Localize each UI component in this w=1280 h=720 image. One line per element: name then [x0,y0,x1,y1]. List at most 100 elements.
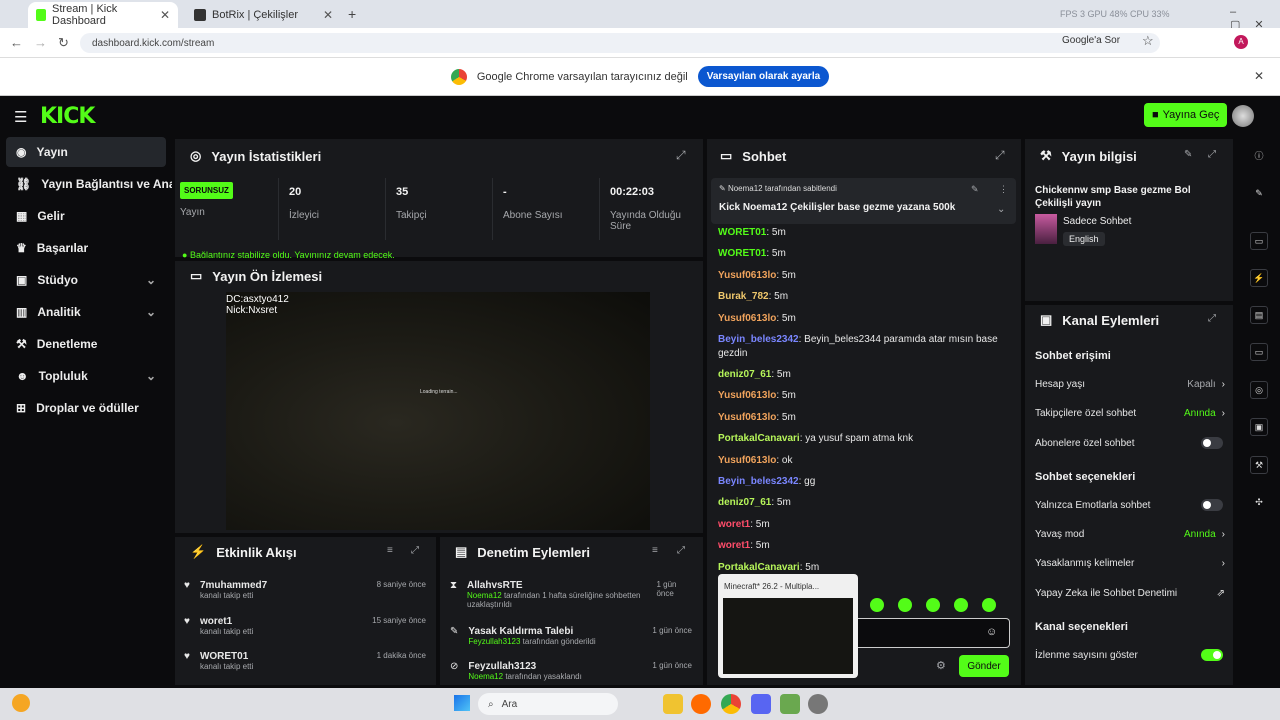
chat-username[interactable]: woret1 [718,540,750,551]
close-tab-icon[interactable]: ✕ [323,8,333,22]
tab-botrix[interactable]: BotRix | Çekilişler ✕ [186,2,341,28]
chat-username[interactable]: PortakalCanavari [718,433,800,444]
sidebar-item-gelir[interactable]: ▦ Gelir [6,201,166,231]
taskbar-preview-thumbnail[interactable]: Minecraft* 26.2 - Multipla... [718,574,858,678]
activity-time: 8 saniye önce [376,580,426,589]
sidebar-item-topluluk[interactable]: ☻ Topluluk ⌄ [6,361,166,391]
followers-only-row[interactable]: Takipçilere özel sohbet Anında › [1035,403,1225,423]
weather-icon[interactable] [12,694,30,712]
expand-icon[interactable]: ⤢ [676,148,686,163]
menu-icon[interactable]: ☰ [14,108,27,126]
sidebar-item-analitik[interactable]: ▥ Analitik ⌄ [6,297,166,327]
filter-icon[interactable]: ≡ [387,545,393,556]
edit-icon[interactable]: ✎ [1184,149,1192,160]
taskbar-search[interactable]: ⌕ Ara [478,693,618,715]
account-age-row[interactable]: Hesap yaşı Kapalı › [1035,374,1225,394]
new-tab-icon[interactable]: + [348,6,356,22]
tab-kick-dashboard[interactable]: Stream | Kick Dashboard ✕ [28,2,178,28]
emote-icon[interactable] [982,598,996,612]
more-options-icon[interactable]: ⋮ [999,184,1008,195]
chat-input[interactable]: ☺ [858,618,1010,648]
profile-avatar[interactable]: A [1234,35,1248,49]
emote-icon[interactable] [926,598,940,612]
chat-text: : 5m [766,227,786,238]
info-icon[interactable]: ⓘ [1250,146,1268,164]
send-button[interactable]: Gönder [959,655,1009,677]
go-live-button[interactable]: ■ Yayına Geç [1144,103,1228,127]
forward-icon[interactable]: → [34,35,47,50]
emotes-only-toggle[interactable] [1201,499,1223,511]
file-explorer-icon[interactable] [663,694,683,714]
show-viewers-toggle[interactable] [1201,649,1223,661]
back-icon[interactable]: ← [10,35,23,50]
windows-start-icon[interactable] [454,695,470,711]
channel-actions-widget-icon[interactable]: ▣ [1250,418,1268,436]
close-tab-icon[interactable]: ✕ [160,8,170,22]
banned-words-row[interactable]: Yasaklanmış kelimeler › [1035,553,1225,573]
sidebar-item-yayin[interactable]: ◉ Yayın [6,137,166,167]
chat-text: : 5m [771,369,791,380]
url-field[interactable]: dashboard.kick.com/stream [80,33,1160,53]
puzzle-icon[interactable]: ✣ [1250,493,1268,511]
chat-username[interactable]: Yusuf0613lo [718,270,776,281]
info-widget-icon[interactable]: ⚒ [1250,456,1268,474]
sidebar-item-link-key[interactable]: ⛓ Yayın Bağlantısı ve Anahtarı [6,169,172,199]
emotes-only-row: Yalnızca Emotlarla sohbet [1035,495,1225,515]
chat-username[interactable]: Beyin_beles2342 [718,476,799,487]
preview-widget-icon[interactable]: ◎ [1250,381,1268,399]
kick-logo[interactable]: KICK [40,104,95,129]
bookmark-star-icon[interactable]: ☆ [1142,33,1154,49]
edit-icon[interactable]: ✎ [1250,184,1268,202]
chat-widget-icon[interactable]: ▭ [1250,343,1268,361]
emoji-icon[interactable]: ☺ [986,626,997,638]
subs-only-toggle[interactable] [1201,437,1223,449]
chat-username[interactable]: Burak_782 [718,291,769,302]
chrome-taskbar-icon[interactable] [721,694,741,714]
expand-icon[interactable]: ⤢ [677,545,685,556]
chat-username[interactable]: Beyin_beles2342 [718,334,799,345]
activity-widget-icon[interactable]: ⚡ [1250,269,1268,287]
minecraft-icon[interactable] [780,694,800,714]
moderation-widget-icon[interactable]: ▤ [1250,306,1268,324]
user-avatar[interactable] [1232,105,1254,127]
sidebar-item-denetleme[interactable]: ⚒ Denetleme [6,329,166,359]
stream-preview-video[interactable]: DC:asxtyo412 Nick:Nxsret Loading terrain… [226,292,650,530]
sidebar-item-droplar[interactable]: ⊞ Droplar ve ödüller [6,393,166,423]
close-infobar-icon[interactable]: ✕ [1254,69,1264,83]
unpin-icon[interactable]: ✎ [971,184,979,195]
expand-icon[interactable]: ⤢ [411,545,419,556]
show-viewers-row: İzlenme sayısını göster [1035,645,1225,665]
chat-username[interactable]: woret1 [718,519,750,530]
pinned-message[interactable]: ✎ Noema12 tarafından sabitlendi Kick Noe… [711,178,1016,224]
sidebar-item-basarilar[interactable]: ♛ Başarılar [6,233,166,263]
sidebar-item-studyo[interactable]: ▣ Stüdyo ⌄ [6,265,166,295]
set-default-button[interactable]: Varsayılan olarak ayarla [697,66,830,87]
chat-settings-gear-icon[interactable]: ⚙ [936,659,946,672]
firefox-icon[interactable] [691,694,711,714]
chat-username[interactable]: Yusuf0613lo [718,412,776,423]
chat-username[interactable]: deniz07_61 [718,369,771,380]
chevron-down-icon[interactable]: ⌄ [997,204,1005,215]
chat-username[interactable]: deniz07_61 [718,497,771,508]
emote-icon[interactable] [870,598,884,612]
chat-username[interactable]: Yusuf0613lo [718,313,776,324]
obs-icon[interactable] [808,694,828,714]
expand-icon[interactable]: ⤢ [1208,149,1216,160]
chat-username[interactable]: WORET01 [718,227,766,238]
chat-username[interactable]: Yusuf0613lo [718,390,776,401]
chat-username[interactable]: WORET01 [718,248,766,259]
ai-moderation-row[interactable]: Yapay Zeka ile Sohbet Denetimi ⇗ [1035,583,1225,603]
chat-username[interactable]: PortakalCanavari [718,562,800,573]
slow-mode-row[interactable]: Yavaş mod Anında › [1035,524,1225,544]
discord-icon[interactable] [751,694,771,714]
chat-username[interactable]: Yusuf0613lo [718,455,776,466]
emote-icon[interactable] [954,598,968,612]
stats-widget-icon[interactable]: ▭ [1250,232,1268,250]
expand-icon[interactable]: ⤢ [995,148,1005,163]
emote-icon[interactable] [898,598,912,612]
moderation-item: ✎ Yasak Kaldırma Talebi Feyzullah3123 tara… [450,626,692,646]
filter-icon[interactable]: ≡ [652,545,658,556]
reload-icon[interactable]: ↻ [58,35,69,51]
expand-icon[interactable]: ⤢ [1208,313,1216,324]
google-ask-button[interactable]: Google'a Sor [1062,35,1120,46]
